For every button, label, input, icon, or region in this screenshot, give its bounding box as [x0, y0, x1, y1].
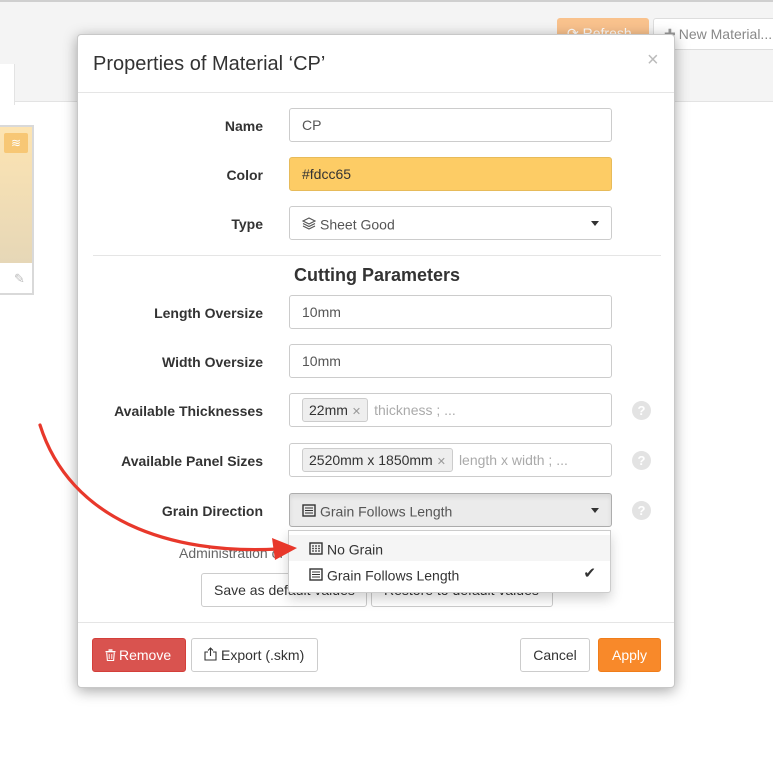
- panel-size-tag[interactable]: 2520mm x 1850mm ✕: [302, 448, 453, 472]
- share-icon: [204, 647, 217, 661]
- thicknesses-tag-input[interactable]: 22mm ✕ thickness ; ...: [289, 393, 612, 427]
- cancel-button[interactable]: Cancel: [520, 638, 590, 672]
- footer-divider: [78, 622, 674, 623]
- active-tab[interactable]: [0, 64, 15, 105]
- grain-direction-label: Grain Direction: [161, 503, 263, 519]
- name-label: Name: [224, 118, 263, 134]
- cutting-parameters-heading: Cutting Parameters: [293, 265, 461, 285]
- administration-label: Administration of: [179, 545, 284, 561]
- layers-icon: [302, 217, 316, 230]
- checkmark-icon: ✔: [583, 565, 596, 582]
- remove-button[interactable]: Remove: [92, 638, 186, 672]
- panel-sizes-label: Available Panel Sizes: [121, 453, 263, 469]
- color-label: Color: [226, 167, 263, 183]
- width-oversize-label: Width Oversize: [161, 354, 263, 370]
- panel-size-tag-text: 2520mm x 1850mm: [309, 452, 433, 468]
- color-input[interactable]: #fdcc65: [289, 157, 612, 191]
- length-oversize-input[interactable]: 10mm: [289, 295, 612, 329]
- dotted-square-icon: [309, 542, 323, 555]
- option-label: Grain Follows Length: [327, 567, 460, 584]
- thickness-placeholder: thickness ; ...: [374, 402, 456, 418]
- length-oversize-label: Length Oversize: [154, 305, 263, 321]
- chevron-down-icon: [591, 221, 599, 226]
- new-material-label: New Material...: [678, 26, 773, 42]
- name-input[interactable]: CP: [289, 108, 612, 142]
- apply-button[interactable]: Apply: [598, 638, 661, 672]
- trash-icon: [105, 649, 116, 662]
- option-no-grain[interactable]: No Grain: [289, 535, 610, 561]
- type-select[interactable]: Sheet Good: [289, 206, 612, 240]
- option-label: No Grain: [327, 541, 384, 558]
- section-divider: [93, 255, 661, 256]
- grain-direction-dropdown: No Grain Grain Follows Length ✔: [288, 530, 611, 593]
- lined-square-icon: [309, 568, 323, 581]
- thicknesses-label: Available Thicknesses: [114, 403, 263, 419]
- dialog-title: Properties of Material ‘CP’: [93, 53, 326, 75]
- edit-pencil-icon[interactable]: ✎: [14, 271, 25, 287]
- thickness-tag[interactable]: 22mm ✕: [302, 398, 369, 422]
- remove-tag-icon[interactable]: ✕: [352, 406, 361, 418]
- dialog-header: Properties of Material ‘CP’ ×: [78, 35, 674, 93]
- panel-size-placeholder: length x width ; ...: [458, 452, 568, 468]
- help-icon[interactable]: ?: [632, 501, 651, 520]
- type-label: Type: [231, 216, 263, 232]
- help-icon[interactable]: ?: [632, 401, 651, 420]
- export-button[interactable]: Export (.skm): [191, 638, 318, 672]
- chevron-down-icon: [591, 508, 599, 513]
- option-grain-follows-length[interactable]: Grain Follows Length ✔: [289, 561, 610, 587]
- type-select-value: Sheet Good: [320, 216, 395, 233]
- material-card[interactable]: ≋ ✎: [0, 125, 34, 295]
- export-label: Export (.skm): [221, 647, 305, 663]
- remove-tag-icon[interactable]: ✕: [437, 456, 446, 468]
- lined-square-icon: [302, 504, 316, 517]
- width-oversize-input[interactable]: 10mm: [289, 344, 612, 378]
- thickness-tag-text: 22mm: [309, 402, 348, 418]
- close-icon[interactable]: ×: [647, 50, 659, 70]
- layers-icon: ≋: [4, 133, 28, 153]
- panel-sizes-tag-input[interactable]: 2520mm x 1850mm ✕ length x width ; ...: [289, 443, 612, 477]
- help-icon[interactable]: ?: [632, 451, 651, 470]
- grain-select-value: Grain Follows Length: [320, 503, 453, 520]
- grain-direction-select[interactable]: Grain Follows Length: [289, 493, 612, 527]
- remove-label: Remove: [119, 647, 172, 663]
